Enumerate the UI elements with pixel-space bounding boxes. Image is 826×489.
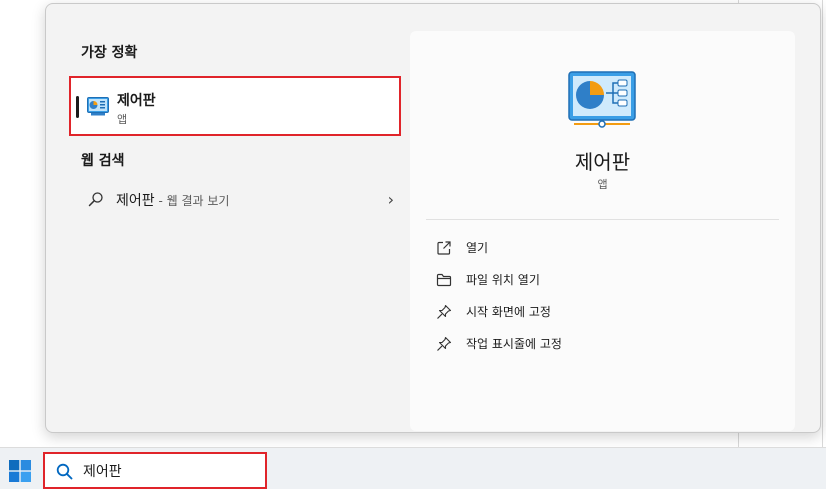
- background-divider-vertical: [822, 0, 823, 447]
- pin-icon: [437, 304, 452, 319]
- web-search-query: 제어판 - 웹 결과 보기: [116, 190, 229, 210]
- action-open-label: 열기: [466, 241, 489, 255]
- taskbar-search-input[interactable]: [83, 460, 253, 482]
- control-panel-icon: [568, 71, 636, 128]
- preview-app-type: 앱: [597, 178, 608, 191]
- action-pin-to-start[interactable]: 시작 화면에 고정: [434, 300, 764, 324]
- taskbar-search-box[interactable]: [43, 452, 267, 489]
- best-match-heading: 가장 정확: [81, 45, 138, 61]
- action-open[interactable]: 열기: [434, 236, 764, 260]
- action-open-file-location-label: 파일 위치 열기: [466, 273, 540, 287]
- preview-divider: [426, 219, 779, 220]
- web-search-suffix: - 웹 결과 보기: [154, 194, 230, 208]
- web-search-query-text: 제어판: [116, 193, 155, 209]
- selection-indicator: [76, 96, 79, 118]
- web-search-heading: 웹 검색: [81, 153, 125, 169]
- control-panel-icon: [87, 97, 109, 116]
- action-pin-to-taskbar[interactable]: 작업 표시줄에 고정: [434, 332, 764, 356]
- windows-logo-icon[interactable]: [9, 460, 31, 482]
- preview-app-name: 제어판: [574, 150, 631, 174]
- search-icon: [56, 463, 73, 480]
- action-pin-to-start-label: 시작 화면에 고정: [466, 305, 551, 319]
- web-search-result[interactable]: 제어판 - 웹 결과 보기 ›: [74, 184, 394, 214]
- best-match-name: 제어판: [117, 93, 156, 109]
- taskbar: [0, 447, 826, 489]
- folder-icon: [436, 273, 452, 287]
- action-pin-to-taskbar-label: 작업 표시줄에 고정: [466, 337, 562, 351]
- chevron-right-icon[interactable]: ›: [388, 190, 394, 209]
- pin-icon: [437, 336, 452, 351]
- search-icon: [88, 192, 103, 207]
- open-external-icon: [437, 241, 451, 255]
- best-match-type: 앱: [117, 113, 128, 126]
- preview-pane: 제어판 앱 열기 파일 위치 열기 시작 화면에 고정 작업 표시줄에 고정: [410, 31, 795, 431]
- search-results-panel: 가장 정확 제어판 앱 웹 검색 제어판 - 웹 결과 보기 › 제어판 앱 열…: [45, 3, 821, 433]
- action-open-file-location[interactable]: 파일 위치 열기: [434, 268, 764, 292]
- best-match-result[interactable]: 제어판 앱: [69, 76, 401, 136]
